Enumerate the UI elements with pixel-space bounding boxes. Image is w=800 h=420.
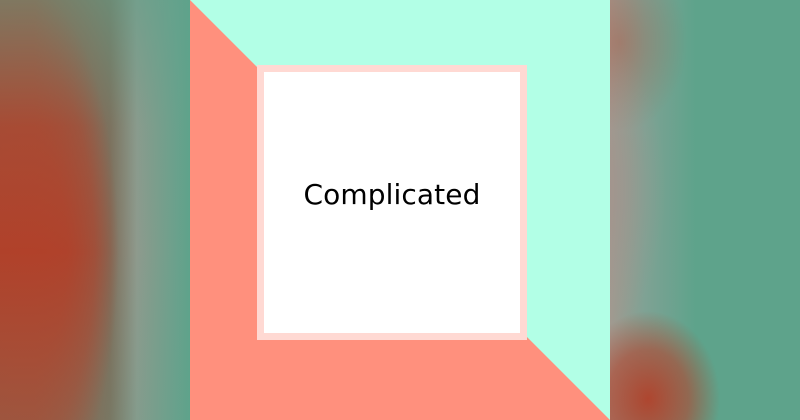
text-card: Complicated — [257, 65, 527, 340]
card-label: Complicated — [303, 177, 481, 211]
image-stage: Complicated — [0, 0, 800, 420]
left-blurred-background — [0, 0, 190, 420]
right-blurred-background — [610, 0, 800, 420]
